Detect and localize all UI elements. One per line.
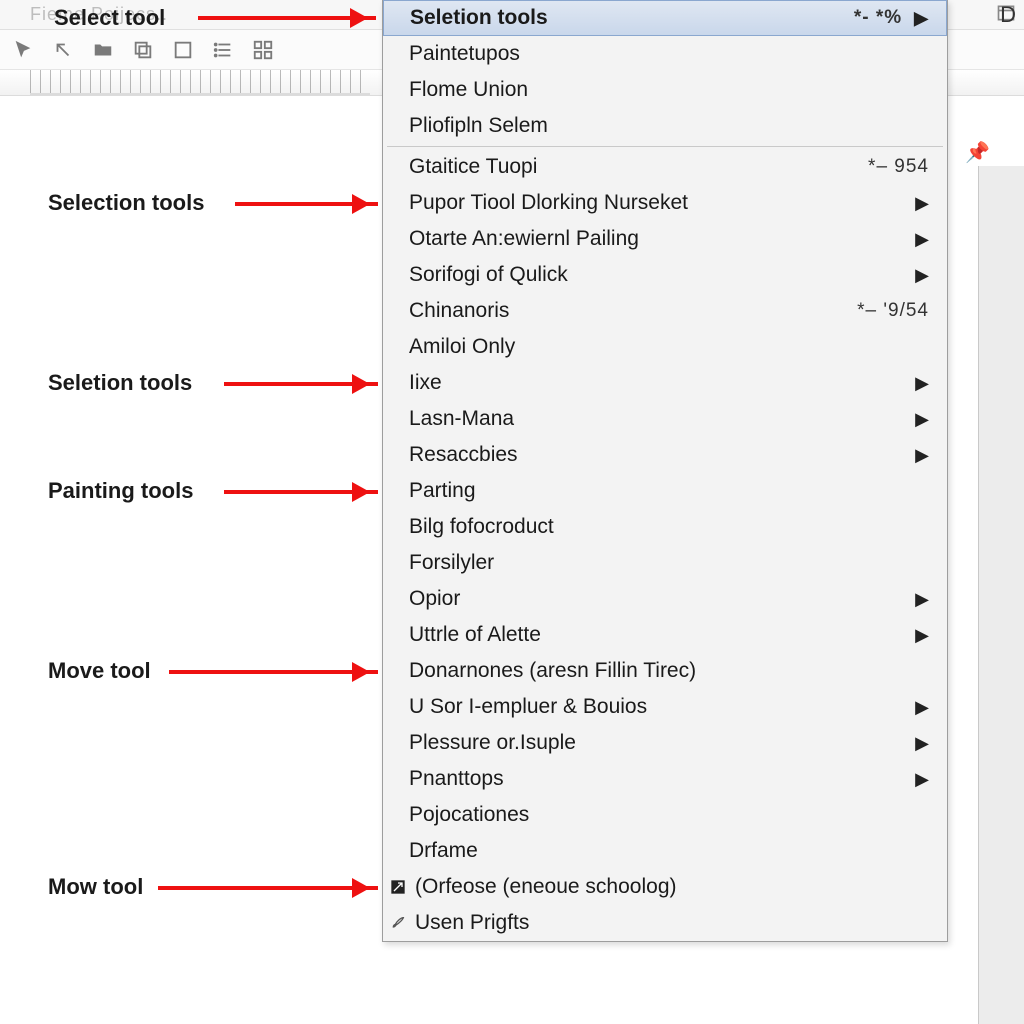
menu-item-label: Parting xyxy=(409,479,476,503)
menu-item[interactable]: Drfame xyxy=(383,833,947,869)
annotation-label: Painting tools xyxy=(48,478,193,504)
menu-item[interactable]: Plessure or.Isuple ▶ xyxy=(383,725,947,761)
menu-item-label: Iixe xyxy=(409,371,442,395)
canvas-area: Selection tools Seletion tools Painting to… xyxy=(0,96,1024,1024)
cursor-icon[interactable] xyxy=(12,39,34,61)
select-tool-label: Select tool xyxy=(54,5,165,31)
chevron-right-icon: ▶ xyxy=(915,373,929,394)
menu-item[interactable]: Sorifogi of Qulick ▶ xyxy=(383,257,947,293)
folder-icon[interactable] xyxy=(92,39,114,61)
square-icon[interactable] xyxy=(172,39,194,61)
menu-item-label: Usen Prigfts xyxy=(415,911,529,935)
list-icon[interactable] xyxy=(212,39,234,61)
tools-menu[interactable]: Seletion tools *- *% ▶ Paintetupos Flome Uni… xyxy=(382,0,948,942)
menu-item-label: Lasn-Mana xyxy=(409,407,514,431)
menu-item[interactable]: Opior ▶ xyxy=(383,581,947,617)
menu-item-label: (Orfeose (eneoue schoolog) xyxy=(415,875,677,899)
arrow-up-left-icon[interactable] xyxy=(52,39,74,61)
menu-item[interactable]: Pupor Tiool Dlorking Nurseket ▶ xyxy=(383,185,947,221)
menu-item-label: Paintetupos xyxy=(409,42,520,66)
menu-item-label: Drfame xyxy=(409,839,478,863)
chevron-right-icon: ▶ xyxy=(915,193,929,214)
menu-item-label: Otarte An:ewiernl Pailing xyxy=(409,227,639,251)
annotation-arrow xyxy=(169,670,378,674)
annotation-arrow-top xyxy=(198,16,376,20)
menu-item[interactable]: Iixe ▶ xyxy=(383,365,947,401)
menu-item-label: Seletion tools xyxy=(410,6,548,30)
menu-item[interactable]: Gtaitice Tuopi *– 954 xyxy=(383,149,947,185)
menu-item[interactable]: Usen Prigfts xyxy=(383,905,947,941)
chevron-right-icon: ▶ xyxy=(915,697,929,718)
brush-icon xyxy=(389,914,407,932)
annotation-arrow xyxy=(224,490,378,494)
grid-icon[interactable] xyxy=(252,39,274,61)
annotation-label: Selection tools xyxy=(48,190,204,216)
pin-icon[interactable]: 📌 xyxy=(965,140,990,165)
copy-icon[interactable] xyxy=(132,39,154,61)
menu-item[interactable]: Amiloi Only xyxy=(383,329,947,365)
annotation-arrow xyxy=(158,886,378,890)
annotation-label: Move tool xyxy=(48,658,151,684)
menu-item-label: Uttrle of Alette xyxy=(409,623,541,647)
menu-item[interactable]: (Orfeose (eneoue schoolog) xyxy=(383,869,947,905)
menu-item[interactable]: Flome Union xyxy=(383,72,947,108)
annotation-arrow xyxy=(224,382,378,386)
menu-item-label: Bilg fofocroduct xyxy=(409,515,554,539)
menu-item-label: Pojocationes xyxy=(409,803,529,827)
menu-item[interactable]: Donarnones (aresn Fillin Tirec) xyxy=(383,653,947,689)
menu-item-label: Flome Union xyxy=(409,78,528,102)
menu-item[interactable]: Bilg fofocroduct xyxy=(383,509,947,545)
arrow-out-icon xyxy=(389,878,407,896)
menu-item-label: Opior xyxy=(409,587,460,611)
menu-item[interactable]: Paintetupos xyxy=(383,36,947,72)
menu-item-label: Plessure or.Isuple xyxy=(409,731,576,755)
menu-item[interactable]: Pliofipln Selem xyxy=(383,108,947,144)
chevron-right-icon: ▶ xyxy=(915,409,929,430)
annotation-label: Seletion tools xyxy=(48,370,192,396)
menu-item[interactable]: Seletion tools *- *% ▶ xyxy=(383,0,947,36)
menu-item-label: Gtaitice Tuopi xyxy=(409,155,537,179)
menu-item-label: U Sor I-empluer & Bouios xyxy=(409,695,647,719)
menu-item[interactable]: Pnanttops ▶ xyxy=(383,761,947,797)
menu-item[interactable]: Uttrle of Alette ▶ xyxy=(383,617,947,653)
chevron-right-icon: ▶ xyxy=(915,229,929,250)
menu-item-label: Pliofipln Selem xyxy=(409,114,548,138)
chevron-right-icon: ▶ xyxy=(915,733,929,754)
chevron-right-icon: ▶ xyxy=(915,625,929,646)
menu-item[interactable]: Resaccbies ▶ xyxy=(383,437,947,473)
chevron-right-icon: ▶ xyxy=(915,769,929,790)
menu-item-label: Pupor Tiool Dlorking Nurseket xyxy=(409,191,688,215)
menu-shortcut: *- *% xyxy=(854,7,902,29)
chevron-right-icon: ▶ xyxy=(915,589,929,610)
menu-letter-d[interactable]: D xyxy=(1000,2,1016,28)
menu-item[interactable]: Lasn-Mana ▶ xyxy=(383,401,947,437)
menu-item[interactable]: Chinanoris *– '9/54 xyxy=(383,293,947,329)
annotation-label: Mow tool xyxy=(48,874,143,900)
menu-item[interactable]: Pojocationes xyxy=(383,797,947,833)
ruler-ticks xyxy=(30,70,370,95)
annotation-arrow xyxy=(235,202,378,206)
menu-item-label: Amiloi Only xyxy=(409,335,515,359)
chevron-right-icon: ▶ xyxy=(915,265,929,286)
menu-item[interactable]: Forsilyler xyxy=(383,545,947,581)
chevron-right-icon: ▶ xyxy=(915,445,929,466)
menu-item-label: Donarnones (aresn Fillin Tirec) xyxy=(409,659,696,683)
menu-shortcut: *– 954 xyxy=(868,156,929,178)
side-panel: 📌 xyxy=(978,166,1024,1024)
menu-item-label: Pnanttops xyxy=(409,767,504,791)
menu-shortcut: *– '9/54 xyxy=(857,300,929,322)
menu-item-label: Sorifogi of Qulick xyxy=(409,263,568,287)
menu-item[interactable]: U Sor I-empluer & Bouios ▶ xyxy=(383,689,947,725)
menu-item-label: Resaccbies xyxy=(409,443,518,467)
menu-item-label: Forsilyler xyxy=(409,551,494,575)
menu-separator xyxy=(387,146,943,147)
menu-item[interactable]: Parting xyxy=(383,473,947,509)
menu-item-label: Chinanoris xyxy=(409,299,509,323)
menu-item[interactable]: Otarte An:ewiernl Pailing ▶ xyxy=(383,221,947,257)
chevron-right-icon: ▶ xyxy=(914,8,928,29)
